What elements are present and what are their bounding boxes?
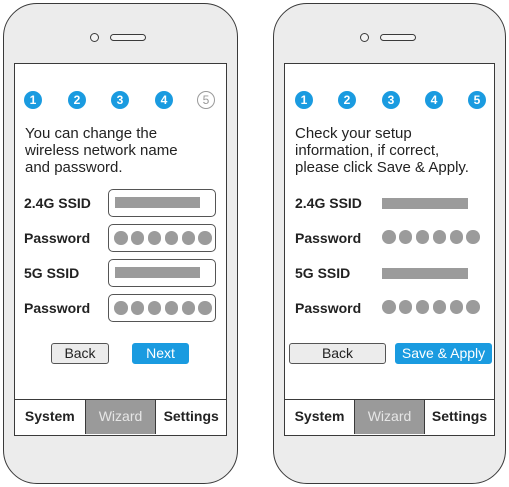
step-3: 3 (111, 91, 129, 109)
tab-system[interactable]: System (285, 400, 354, 434)
instruction-text: Check your setup information, if correct… (295, 125, 491, 176)
ssid-24g-label: 2.4G SSID (24, 195, 91, 211)
camera-icon (90, 33, 99, 42)
password-5g-label: Password (295, 300, 362, 316)
tab-wizard[interactable]: Wizard (84, 400, 156, 434)
screen-wizard-confirm: 1 2 3 4 5 Check your setup information, … (284, 63, 495, 436)
next-button[interactable]: Next (132, 343, 189, 364)
speaker-icon (110, 34, 146, 41)
password-24g-input[interactable] (108, 224, 216, 252)
ssid-5g-label: 5G SSID (295, 265, 351, 281)
bottom-tab-bar: System Wizard Settings (285, 399, 494, 434)
screen-wizard-edit: 1 2 3 4 5 You can change the wireless ne… (14, 63, 227, 436)
password-mask (114, 231, 212, 245)
ssid-5g-input[interactable] (108, 259, 216, 287)
instruction-line: information, if correct, (295, 142, 440, 159)
instruction-line: please click Save & Apply. (295, 159, 469, 176)
tab-settings[interactable]: Settings (424, 400, 494, 434)
step-2: 2 (338, 91, 356, 109)
step-2: 2 (68, 91, 86, 109)
instruction-line: Check your setup (295, 125, 412, 142)
step-indicator: 1 2 3 4 5 (15, 91, 226, 111)
save-apply-button[interactable]: Save & Apply (395, 343, 492, 364)
step-3: 3 (382, 91, 400, 109)
password-24g-mask (382, 230, 480, 244)
step-5: 5 (197, 91, 215, 109)
password-5g-input[interactable] (108, 294, 216, 322)
password-5g-mask (382, 300, 480, 314)
step-1: 1 (295, 91, 313, 109)
instruction-line: and password. (25, 159, 123, 176)
step-4: 4 (425, 91, 443, 109)
ssid-5g-value-placeholder (382, 268, 468, 279)
phone-frame-right: 1 2 3 4 5 Check your setup information, … (273, 3, 506, 484)
ssid-value-placeholder (115, 197, 200, 208)
instruction-line: You can change the (25, 125, 158, 142)
ssid-24g-value-placeholder (382, 198, 468, 209)
ssid-24g-label: 2.4G SSID (295, 195, 362, 211)
tab-wizard[interactable]: Wizard (354, 400, 424, 434)
instruction-line: wireless network name (25, 142, 178, 159)
password-24g-label: Password (295, 230, 362, 246)
phone-frame-left: 1 2 3 4 5 You can change the wireless ne… (3, 3, 238, 484)
password-5g-label: Password (24, 300, 91, 316)
step-1: 1 (24, 91, 42, 109)
step-5: 5 (468, 91, 486, 109)
camera-icon (360, 33, 369, 42)
ssid-value-placeholder (115, 267, 200, 278)
ssid-24g-input[interactable] (108, 189, 216, 217)
bottom-tab-bar: System Wizard Settings (15, 399, 226, 434)
step-4: 4 (155, 91, 173, 109)
password-24g-label: Password (24, 230, 91, 246)
back-button[interactable]: Back (51, 343, 109, 364)
speaker-icon (380, 34, 416, 41)
instruction-text: You can change the wireless network name… (25, 125, 221, 176)
step-indicator: 1 2 3 4 5 (285, 91, 494, 111)
tab-system[interactable]: System (15, 400, 85, 434)
ssid-5g-label: 5G SSID (24, 265, 80, 281)
password-mask (114, 301, 212, 315)
tab-settings[interactable]: Settings (155, 400, 226, 434)
back-button[interactable]: Back (289, 343, 386, 364)
